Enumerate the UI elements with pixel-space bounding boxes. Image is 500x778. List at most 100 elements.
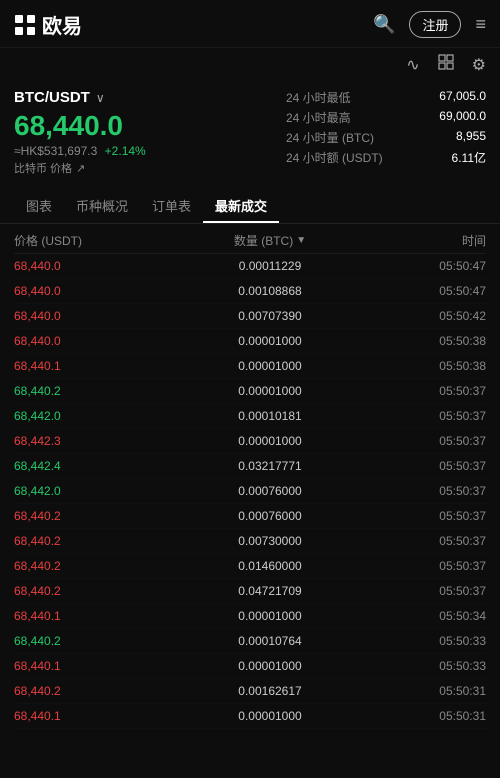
trade-amount: 0.00001000 (134, 384, 406, 398)
stat-value: 69,000.0 (439, 109, 486, 126)
trade-time: 05:50:34 (406, 609, 486, 623)
table-row: 68,440.0 0.00108868 05:50:47 (14, 279, 486, 304)
trade-price: 68,442.0 (14, 409, 134, 423)
logo-area: 欧易 (14, 10, 82, 39)
trade-amount: 0.00001000 (134, 709, 406, 723)
trade-amount: 0.00076000 (134, 509, 406, 523)
pair-row: BTC/USDT ∨ (14, 89, 286, 106)
tab-chart[interactable]: 图表 (14, 188, 64, 223)
trade-amount: 0.00001000 (134, 659, 406, 673)
trade-price: 68,440.0 (14, 309, 134, 323)
trade-price: 68,440.2 (14, 384, 134, 398)
tab-orders[interactable]: 订单表 (140, 188, 203, 223)
trade-time: 05:50:38 (406, 334, 486, 348)
stat-label: 24 小时最高 (286, 109, 351, 126)
trade-time: 05:50:47 (406, 259, 486, 273)
trade-price: 68,440.1 (14, 359, 134, 373)
chart-icon[interactable]: ∿ (406, 55, 419, 75)
filter-icon[interactable]: ▼ (296, 235, 306, 246)
tabs: 图表币种概况订单表最新成交 (0, 188, 500, 224)
table-row: 68,442.0 0.00076000 05:50:37 (14, 479, 486, 504)
table-row: 68,440.2 0.00162617 05:50:31 (14, 679, 486, 704)
trade-price: 68,440.2 (14, 534, 134, 548)
price-left: BTC/USDT ∨ 68,440.0 ≈HK$531,697.3 +2.14%… (14, 89, 286, 176)
table-row: 68,440.2 0.04721709 05:50:37 (14, 579, 486, 604)
trade-price: 68,440.1 (14, 609, 134, 623)
logo-text: 欧易 (42, 10, 82, 39)
trade-time: 05:50:33 (406, 659, 486, 673)
tab-overview[interactable]: 币种概况 (64, 188, 140, 223)
settings-icon[interactable]: ⚙ (472, 55, 486, 75)
hk-value: ≈HK$531,697.3 (14, 144, 97, 158)
trade-amount: 0.00108868 (134, 284, 406, 298)
trade-amount: 0.00001000 (134, 359, 406, 373)
menu-icon[interactable]: ≡ (475, 14, 486, 35)
price-main: 68,440.0 (14, 110, 286, 142)
trade-amount: 0.00162617 (134, 684, 406, 698)
trade-price: 68,442.3 (14, 434, 134, 448)
trade-price: 68,440.2 (14, 634, 134, 648)
trade-amount: 0.00010181 (134, 409, 406, 423)
header: 欧易 🔍 注册 ≡ (0, 0, 500, 48)
stat-value: 67,005.0 (439, 89, 486, 106)
trade-amount: 0.00001000 (134, 334, 406, 348)
trade-time: 05:50:31 (406, 709, 486, 723)
trade-time: 05:50:37 (406, 434, 486, 448)
col-header-amount: 数量 (BTC) ▼ (134, 232, 406, 249)
pair-dropdown-icon[interactable]: ∨ (96, 91, 105, 105)
search-icon[interactable]: 🔍 (373, 14, 395, 35)
table-row: 68,440.2 0.00730000 05:50:37 (14, 529, 486, 554)
col-header-time: 时间 (406, 232, 486, 249)
trade-amount: 0.00076000 (134, 484, 406, 498)
trade-time: 05:50:37 (406, 384, 486, 398)
pair-name: BTC/USDT (14, 89, 90, 106)
table-row: 68,440.0 0.00001000 05:50:38 (14, 329, 486, 354)
price-hk: ≈HK$531,697.3 +2.14% (14, 144, 286, 158)
trade-price: 68,440.0 (14, 334, 134, 348)
table-row: 68,440.2 0.00010764 05:50:33 (14, 629, 486, 654)
table-row: 68,440.0 0.00707390 05:50:42 (14, 304, 486, 329)
stat-row: 24 小时量 (BTC)8,955 (286, 129, 486, 146)
trade-time: 05:50:42 (406, 309, 486, 323)
table-row: 68,442.3 0.00001000 05:50:37 (14, 429, 486, 454)
trade-amount: 0.00707390 (134, 309, 406, 323)
trade-time: 05:50:37 (406, 459, 486, 473)
stat-row: 24 小时最高 69,000.0 (286, 109, 486, 126)
register-button[interactable]: 注册 (409, 11, 461, 38)
col-header-price: 价格 (USDT) (14, 232, 134, 249)
tab-trades[interactable]: 最新成交 (203, 188, 279, 223)
trade-price: 68,440.2 (14, 509, 134, 523)
trade-price: 68,440.0 (14, 259, 134, 273)
trade-price: 68,440.1 (14, 709, 134, 723)
trade-time: 05:50:38 (406, 359, 486, 373)
trade-table: 价格 (USDT) 数量 (BTC) ▼ 时间 68,440.0 0.00011… (0, 224, 500, 729)
table-row: 68,440.0 0.00011229 05:50:47 (14, 254, 486, 279)
table-row: 68,440.1 0.00001000 05:50:34 (14, 604, 486, 629)
external-link-icon[interactable]: ↗ (76, 162, 85, 175)
trade-amount: 0.00730000 (134, 534, 406, 548)
trade-time: 05:50:47 (406, 284, 486, 298)
price-label: 比特币 价格 ↗ (14, 160, 286, 176)
trade-amount: 0.03217771 (134, 459, 406, 473)
price-section: BTC/USDT ∨ 68,440.0 ≈HK$531,697.3 +2.14%… (0, 81, 500, 182)
table-row: 68,442.0 0.00010181 05:50:37 (14, 404, 486, 429)
table-row: 68,440.1 0.00001000 05:50:38 (14, 354, 486, 379)
trade-price: 68,440.1 (14, 659, 134, 673)
trade-amount: 0.00011229 (134, 259, 406, 273)
trade-amount: 0.00001000 (134, 609, 406, 623)
table-row: 68,440.2 0.00001000 05:50:37 (14, 379, 486, 404)
trade-time: 05:50:37 (406, 409, 486, 423)
trade-price: 68,442.0 (14, 484, 134, 498)
trade-price: 68,440.2 (14, 684, 134, 698)
trade-amount: 0.00010764 (134, 634, 406, 648)
price-stats: 24 小时最低 67,005.0 24 小时最高 69,000.0 24 小时量 (BT… (286, 89, 486, 176)
trade-amount: 0.01460000 (134, 559, 406, 573)
stat-label: 24 小时最低 (286, 89, 351, 106)
stat-value: 6.11亿 (452, 149, 486, 166)
trade-price: 68,442.4 (14, 459, 134, 473)
trade-time: 05:50:31 (406, 684, 486, 698)
sub-header: ∿ ⚙ (0, 48, 500, 81)
grid-icon[interactable] (438, 54, 454, 75)
header-right: 🔍 注册 ≡ (373, 11, 486, 38)
table-row: 68,440.1 0.00001000 05:50:31 (14, 704, 486, 729)
